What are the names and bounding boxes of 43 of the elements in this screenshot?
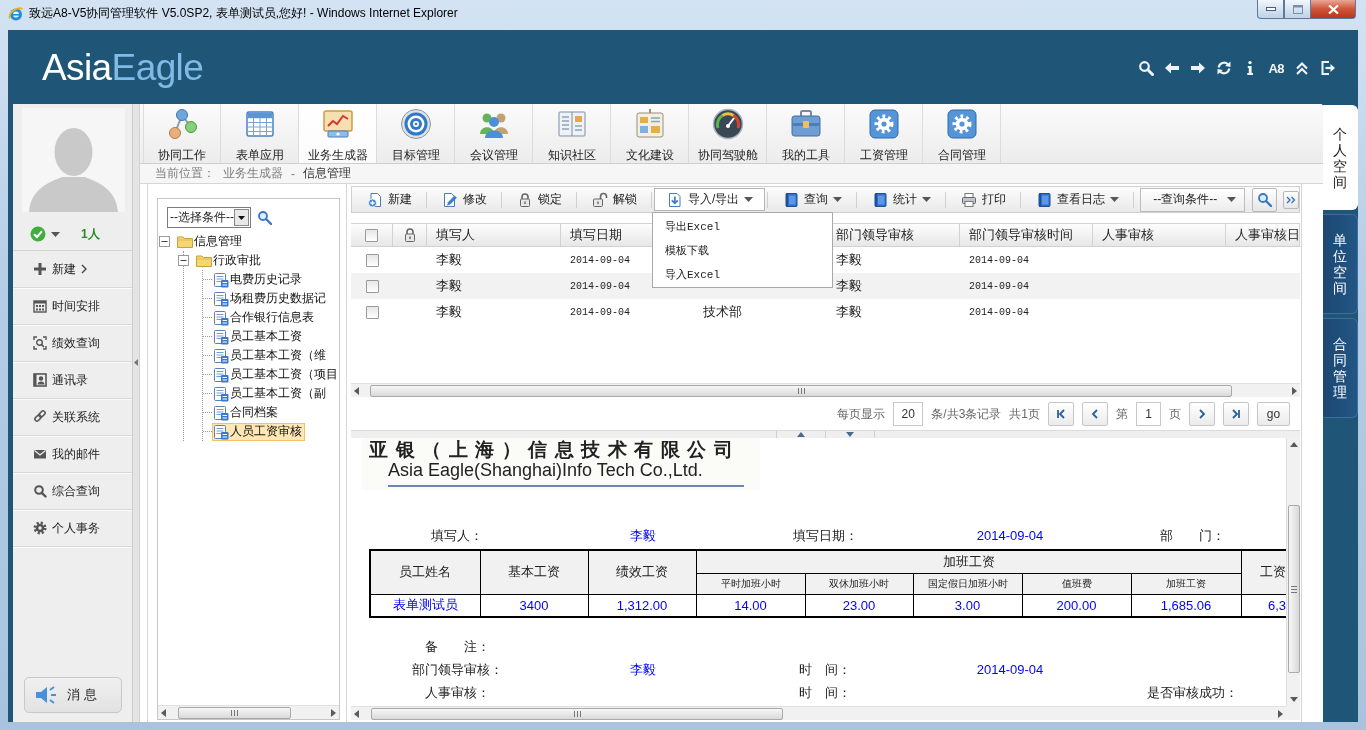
window-title: 致远A8-V5协同管理软件 V5.0SP2, 表单测试员,您好! - Windows Internet Explorer <box>29 5 458 22</box>
table-cell: 李毅 <box>436 277 462 295</box>
field-value: 2014-09-04 <box>976 662 1044 677</box>
field-label: 部 门： <box>1160 526 1225 545</box>
table-cell: 李毅 <box>836 251 862 269</box>
field-label: 时 间： <box>799 660 851 679</box>
company-name-english: Asia Eagle(Shanghai)Info Tech Co.,Ltd. <box>388 460 704 481</box>
logo-wordmark: AsiaEagle <box>42 48 204 86</box>
field-value: 2014-09-04 <box>976 528 1044 543</box>
company-name-chinese: 亚银（上海）信息技术有限公司 <box>369 439 741 460</box>
table-cell: 2014-09-04 <box>969 306 1029 318</box>
table-cell: 李毅 <box>436 303 462 321</box>
table-cell: 李毅 <box>436 251 462 269</box>
breadcrumb-label: 当前位置： <box>155 165 215 182</box>
page-label: 第 <box>1116 405 1128 423</box>
column-header: 基本工资 <box>480 550 588 594</box>
table-cell: 2014-09-04 <box>570 254 630 266</box>
table-cell: 李毅 <box>836 277 862 295</box>
field-label: 填写人： <box>431 526 483 545</box>
field-label: 部门领导审核： <box>411 660 503 679</box>
breadcrumb-current: 信息管理 <box>303 165 351 182</box>
pagination-label: 每页显示 <box>837 405 886 423</box>
field-value: 李毅 <box>629 526 656 545</box>
field-label: 人事审核： <box>424 683 490 702</box>
field-label: 备 注： <box>424 637 490 656</box>
column-header: 工资 <box>1241 550 1286 594</box>
field-value: 李毅 <box>629 660 656 679</box>
field-label: 是否审核成功： <box>1147 683 1238 702</box>
column-header: 员工姓名 <box>370 550 480 594</box>
table-cell: 2014-09-04 <box>570 280 630 292</box>
field-label: 填写日期： <box>792 526 858 545</box>
field-label: 时 间： <box>799 683 851 702</box>
page-count: 共1页 <box>1009 405 1040 423</box>
table-cell: 技术部 <box>703 303 742 321</box>
table-cell: 2014-09-04 <box>570 306 630 318</box>
record-count: 条/共3条记录 <box>931 405 1002 423</box>
page-unit-label: 页 <box>1169 405 1181 423</box>
column-group-header: 加班工资 <box>696 550 1242 573</box>
table-cell: 2014-09-04 <box>969 254 1029 266</box>
table-cell: 2014-09-04 <box>969 280 1029 292</box>
column-header: 绩效工资 <box>588 550 696 594</box>
table-cell: 李毅 <box>836 303 862 321</box>
breadcrumb-separator: - <box>291 166 295 181</box>
